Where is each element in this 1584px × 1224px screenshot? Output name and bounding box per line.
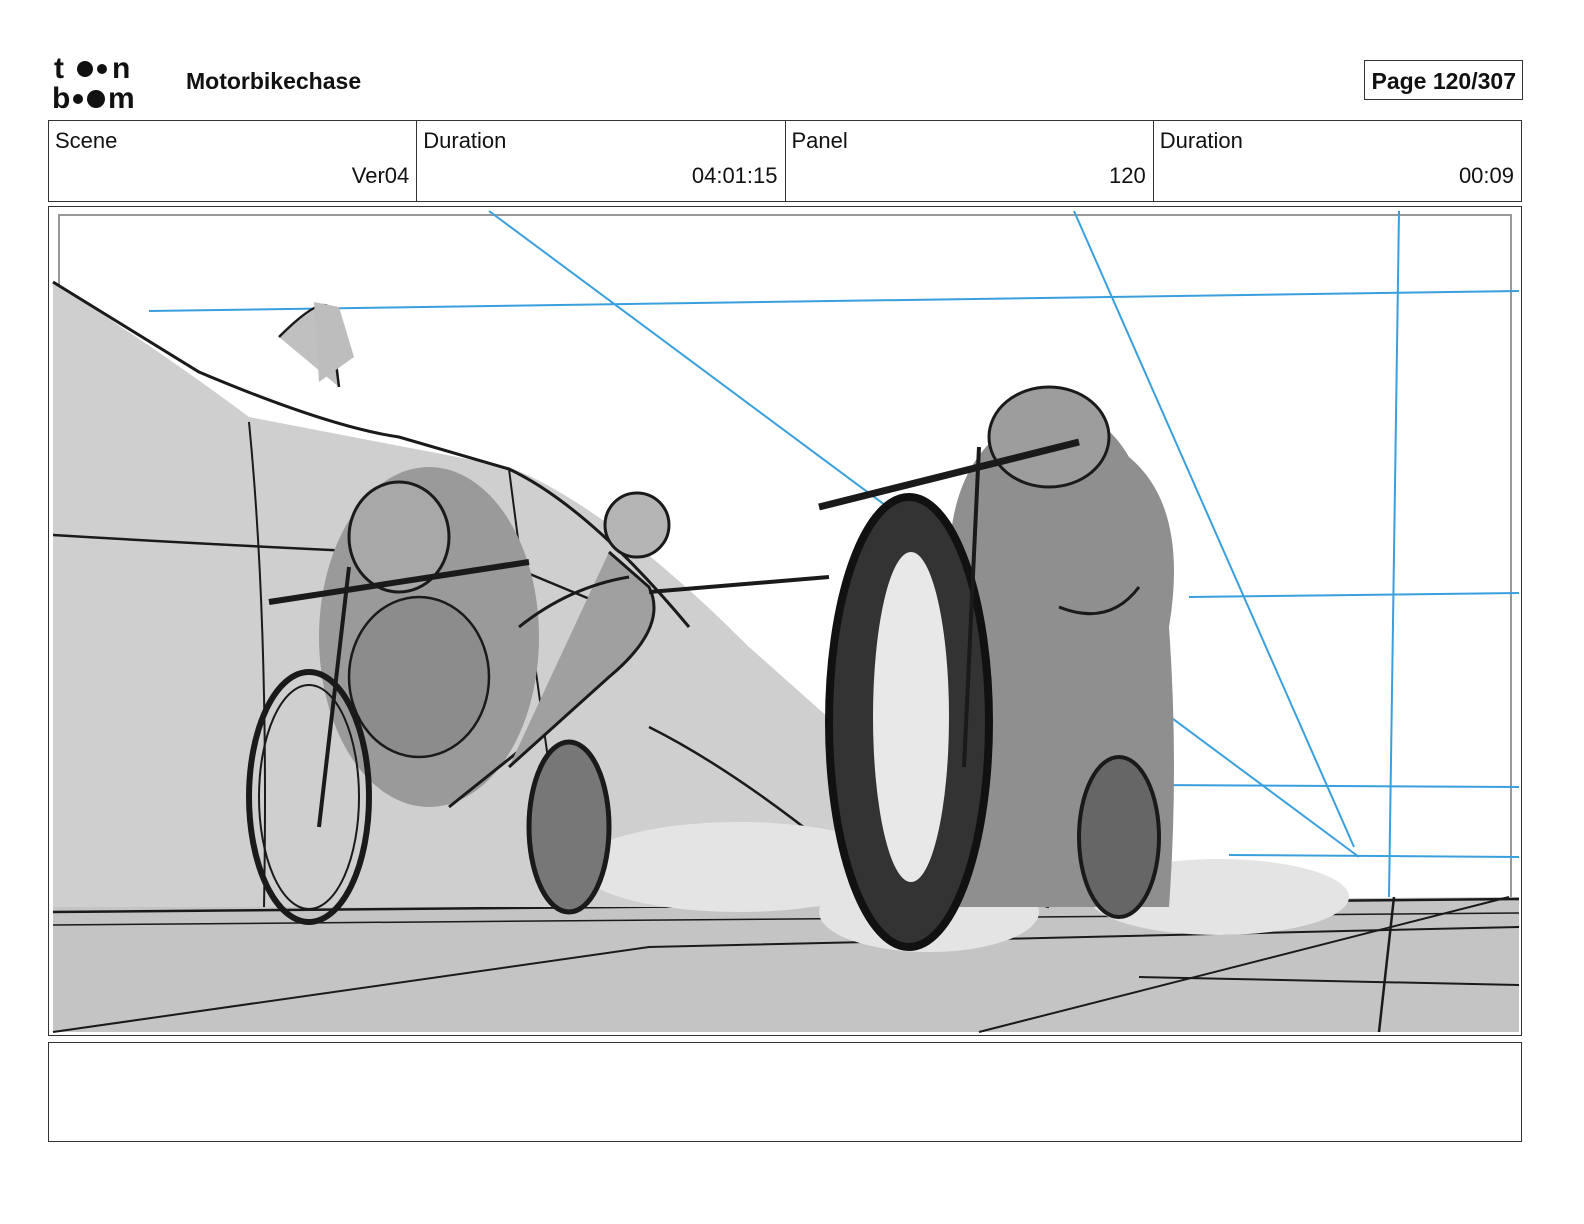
scene-value: Ver04 — [351, 163, 410, 188]
svg-text:m: m — [108, 82, 135, 110]
scene-label: Scene — [55, 128, 118, 153]
storyboard-sketch — [52, 210, 1520, 1033]
scene-duration-label: Duration — [423, 128, 507, 153]
svg-text:n: n — [112, 52, 130, 85]
panel-duration-label: Duration — [1159, 128, 1243, 153]
panel-label: Panel — [791, 128, 848, 153]
toon-boom-logo: t n b m — [52, 52, 135, 110]
svg-text:t: t — [54, 52, 64, 85]
page-header: t n b m Motorbikechase Page 120/307 — [48, 48, 1523, 110]
scene-duration-cell: Duration 04:01:15 — [417, 121, 786, 201]
scene-cell: Scene Ver04 — [49, 121, 418, 201]
panel-value: 120 — [1109, 163, 1146, 188]
panel-cell: Panel 120 — [786, 121, 1154, 201]
scene-duration-value: 04:01:15 — [691, 163, 778, 188]
panel-info-table: Scene Ver04 Duration 04:01:15 Panel 120 … — [48, 120, 1522, 202]
panel-duration-value: 00:09 — [1458, 163, 1514, 188]
page-counter: Page 120/307 — [1364, 60, 1523, 100]
storyboard-panel — [48, 206, 1522, 1036]
svg-text:b: b — [52, 82, 70, 110]
project-title: Motorbikechase — [186, 68, 362, 94]
panel-notes — [48, 1042, 1522, 1142]
panel-duration-cell: Duration 00:09 — [1154, 121, 1521, 201]
